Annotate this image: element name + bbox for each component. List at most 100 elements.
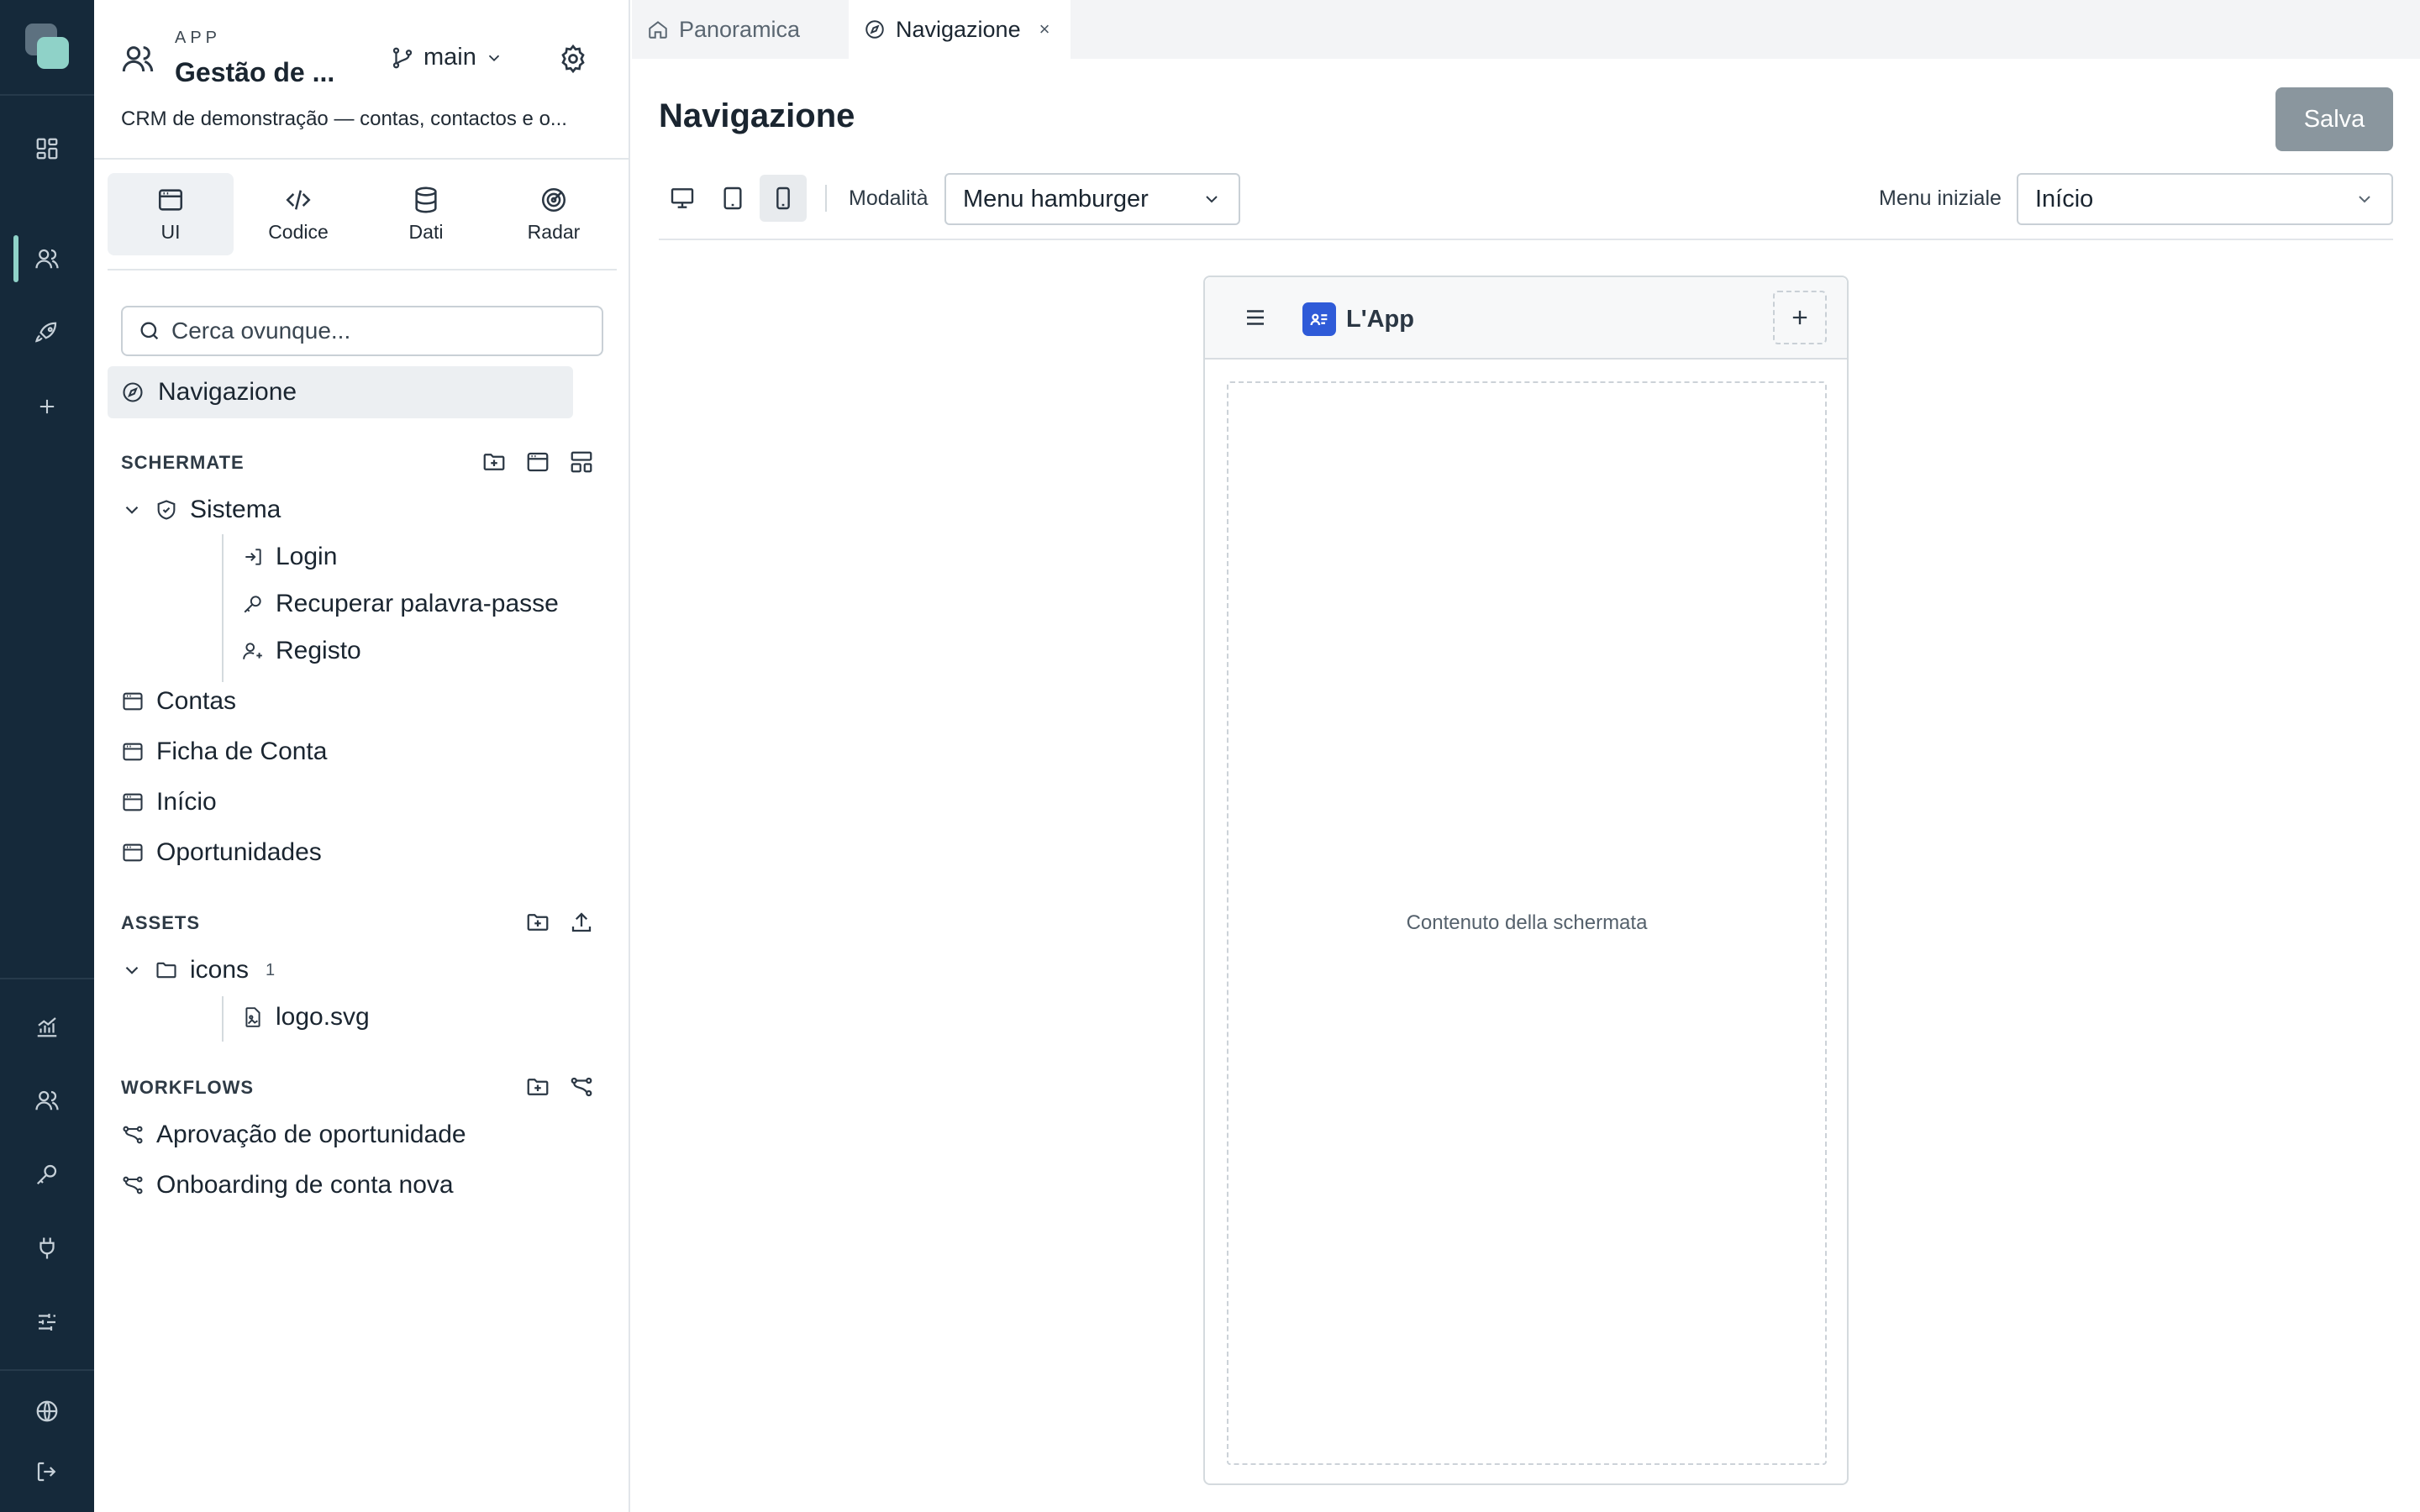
- desktop-preview-button[interactable]: [659, 175, 706, 222]
- add-menu-item-button[interactable]: [1773, 291, 1827, 344]
- close-icon[interactable]: ×: [1039, 18, 1050, 40]
- hamburger-menu-icon[interactable]: [1239, 301, 1272, 334]
- analytics-icon[interactable]: [29, 1008, 66, 1045]
- tree-label: Recuperar palavra-passe: [276, 590, 559, 617]
- tree-label: logo.svg: [276, 1003, 370, 1031]
- app-kicker: APP: [175, 29, 222, 47]
- tree-guide: [222, 534, 224, 682]
- folder-icon: [156, 962, 176, 979]
- dashboard-icon[interactable]: [29, 130, 66, 167]
- logo-icon[interactable]: [25, 24, 69, 71]
- app-logo-icon: [1302, 302, 1336, 336]
- tree-label: Onboarding de conta nova: [156, 1171, 454, 1199]
- branch-name: main: [424, 44, 476, 71]
- plug-icon[interactable]: [29, 1230, 66, 1267]
- layout-template-icon[interactable]: [565, 445, 598, 479]
- radar-icon: [541, 187, 566, 212]
- preview-app-bar: L'App: [1205, 277, 1847, 360]
- tree-label: Registo: [276, 637, 361, 664]
- tablet-icon: [723, 186, 742, 210]
- sidebar-item-navigazione[interactable]: Navigazione: [108, 366, 573, 418]
- tree-folder-icons[interactable]: icons 1: [121, 956, 275, 984]
- mode-ui[interactable]: UI: [108, 173, 234, 255]
- compass-icon: [123, 382, 143, 402]
- tree-label: Aprovação de oportunidade: [156, 1121, 466, 1148]
- app-name: Gestão de ...: [175, 57, 335, 87]
- tree-label: Sistema: [190, 496, 281, 523]
- mode-codice[interactable]: Codice: [235, 173, 361, 255]
- divider: [108, 269, 617, 270]
- placeholder-text: Contenuto della schermata: [1406, 911, 1648, 934]
- initial-menu-label: Menu iniziale: [1879, 186, 2002, 210]
- window-icon: [158, 188, 183, 211]
- tree-label: Oportunidades: [156, 838, 322, 866]
- rocket-icon[interactable]: [29, 314, 66, 351]
- mode-switcher: UI Codice Dati Radar: [108, 173, 617, 255]
- mode-dati[interactable]: Dati: [363, 173, 489, 255]
- rail-divider: [0, 978, 94, 979]
- screen-content-placeholder: Contenuto della schermata: [1227, 381, 1827, 1465]
- new-folder-icon[interactable]: [521, 1070, 555, 1104]
- settings-icon[interactable]: [558, 44, 588, 74]
- plus-icon[interactable]: [29, 388, 66, 425]
- tree-guide: [222, 996, 224, 1042]
- chevron-down-icon: [2359, 196, 2370, 203]
- mode-select[interactable]: Menu hamburger: [944, 173, 1240, 225]
- workflows-actions: [521, 1070, 598, 1104]
- app-header: APP Gestão de ... main CRM de demonstraç…: [94, 0, 629, 160]
- app-description: CRM de demonstração — contas, contactos …: [121, 108, 567, 130]
- item-count: 1: [266, 960, 276, 979]
- initial-menu-select[interactable]: Início: [2017, 173, 2393, 225]
- divider: [659, 239, 2393, 240]
- tree-item-recuperar[interactable]: Recuperar palavra-passe: [242, 590, 559, 618]
- save-button[interactable]: Salva: [2275, 87, 2393, 151]
- team-icon[interactable]: [29, 1082, 66, 1119]
- screen-icon: [123, 843, 143, 862]
- mode-label: Dati: [408, 220, 444, 243]
- tree-item-registo[interactable]: Registo: [242, 637, 361, 665]
- tab-bar: Panoramica Navigazione ×: [632, 0, 2420, 59]
- workflow-item-aprovacao[interactable]: Aprovação de oportunidade: [121, 1121, 466, 1149]
- database-icon: [415, 186, 437, 213]
- tablet-preview-button[interactable]: [709, 175, 756, 222]
- tree-label: Ficha de Conta: [156, 738, 328, 765]
- mode-select-value: Menu hamburger: [963, 185, 1149, 213]
- mobile-preview-button[interactable]: [760, 175, 807, 222]
- tree-folder-sistema[interactable]: Sistema: [121, 496, 281, 524]
- plus-icon: [1792, 310, 1807, 325]
- code-icon: [286, 189, 311, 210]
- search-input[interactable]: [171, 318, 592, 344]
- upload-icon[interactable]: [565, 906, 598, 939]
- globe-icon[interactable]: [29, 1393, 66, 1430]
- mode-radar[interactable]: Radar: [491, 173, 617, 255]
- workflow-icon: [123, 1126, 143, 1144]
- workflow-icon[interactable]: [565, 1070, 598, 1104]
- compass-icon: [865, 20, 884, 39]
- tree-item-logo-svg[interactable]: logo.svg: [242, 1003, 370, 1032]
- new-folder-icon[interactable]: [477, 445, 511, 479]
- screens-actions: [477, 445, 598, 479]
- chevron-down-icon: [1206, 196, 1218, 203]
- workflow-icon: [123, 1176, 143, 1194]
- new-folder-icon[interactable]: [521, 906, 555, 939]
- search-icon: [140, 322, 159, 340]
- workflow-item-onboarding[interactable]: Onboarding de conta nova: [121, 1171, 454, 1200]
- tree-item-inicio[interactable]: Início: [121, 788, 217, 816]
- chevron-down-icon: [125, 506, 139, 514]
- tab-panoramica[interactable]: Panoramica: [632, 0, 847, 59]
- key-icon[interactable]: [29, 1156, 66, 1193]
- tree-item-ficha[interactable]: Ficha de Conta: [121, 738, 327, 766]
- users-icon[interactable]: [29, 240, 66, 277]
- tree-item-oportunidades[interactable]: Oportunidades: [121, 838, 322, 867]
- initial-menu-value: Início: [2035, 185, 2094, 213]
- tree-item-contas[interactable]: Contas: [121, 687, 236, 716]
- rail-divider: [0, 1369, 94, 1371]
- tree-item-login[interactable]: Login: [242, 543, 337, 571]
- branch-selector[interactable]: main: [390, 44, 503, 71]
- new-screen-icon[interactable]: [521, 445, 555, 479]
- section-title-assets: ASSETS: [121, 912, 201, 933]
- tab-navigazione[interactable]: Navigazione ×: [849, 0, 1071, 59]
- sliders-icon[interactable]: [29, 1304, 66, 1341]
- logout-icon[interactable]: [29, 1453, 66, 1490]
- git-branch-icon: [392, 47, 413, 68]
